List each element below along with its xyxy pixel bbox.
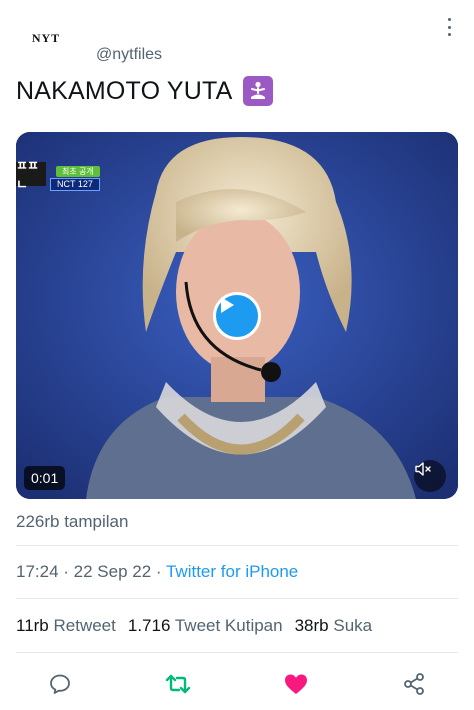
tweet-source-link[interactable]: Twitter for iPhone [166,562,298,581]
quotes-label: Tweet Kutipan [174,616,283,635]
share-icon [404,673,424,695]
quotes-count: 1.716 [127,616,171,635]
avatar[interactable]: NYT [16,16,76,60]
retweets-stat[interactable]: 11rb Retweet [16,616,116,635]
user-handle[interactable]: @nytfiles [96,46,162,64]
share-button[interactable] [400,670,428,698]
reply-button[interactable] [46,670,74,698]
likes-label: Suka [333,616,373,635]
retweets-count: 11rb [16,616,49,635]
broadcast-logo: ㅍㅍㄴ [16,158,46,192]
divider [16,545,458,546]
more-options-icon[interactable] [440,16,458,38]
retweet-button[interactable] [164,670,192,698]
divider [16,652,458,653]
video-time: 0:01 [24,466,66,490]
reply-icon [50,674,70,694]
video-player[interactable]: ㅍㅍㄴ 최초 공개 NCT 127 0:01 [16,132,458,499]
view-count: 226rb tampilan [16,512,129,531]
play-icon [221,297,234,313]
action-bar [0,664,474,704]
quotes-stat[interactable]: 1.716 Tweet Kutipan [128,616,283,635]
tweet-text: NAKAMOTO YUTA [16,76,273,106]
tweet-text-content: NAKAMOTO YUTA [16,76,233,105]
engagement-stats: 11rb Retweet 1.716 Tweet Kutipan 38rb Suka [16,616,372,636]
divider [16,598,458,599]
person-in-lotus-position-icon [242,76,273,106]
heart-icon [285,674,307,694]
play-button[interactable] [213,292,261,340]
group-tag: NCT 127 [50,178,100,191]
meta-separator: · [58,562,74,581]
tweet-meta: 17:24 · 22 Sep 22 · Twitter for iPhone [16,562,298,582]
likes-stat[interactable]: 38rb Suka [295,616,373,635]
meta-separator: · [151,562,166,581]
likes-count: 38rb [294,616,329,635]
muted-speaker-icon [415,462,431,476]
premiere-tag: 최초 공개 [56,166,100,177]
like-button[interactable] [282,670,310,698]
avatar-text: NYT [31,30,61,45]
retweet-icon [165,674,191,694]
tweet-date[interactable]: 22 Sep 22 [74,562,152,581]
tweet-header: NYT @nytfiles [0,0,474,70]
retweets-label: Retweet [53,616,116,635]
mute-button[interactable] [414,460,446,492]
tweet-time[interactable]: 17:24 [16,562,59,581]
